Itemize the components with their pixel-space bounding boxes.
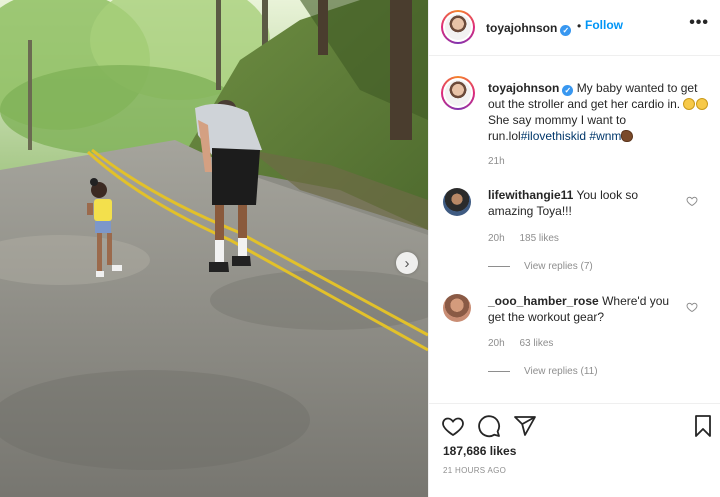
heart-icon[interactable] [441,414,465,438]
view-replies-button[interactable]: View replies (11) [488,366,598,377]
post-header: toyajohnson ✓ • Follow ••• [429,0,720,56]
post-caption: toyajohnson ✓ My baby wanted to get out t… [488,80,710,144]
comment-time: 20h [488,338,505,349]
view-replies-label: View replies (7) [524,261,593,272]
chevron-right-icon: › [404,254,410,272]
caption-time: 21h [488,156,505,167]
post-photo-scene [0,0,428,497]
author-username[interactable]: toyajohnson ✓ [486,19,572,37]
follow-button[interactable]: Follow [585,18,623,32]
verified-badge-icon: ✓ [560,25,572,36]
bookmark-icon[interactable] [691,414,715,438]
comment-meta: 20h 185 likes [488,233,571,244]
comment-username[interactable]: _ooo_hamber_rose [488,294,599,308]
likes-count[interactable]: 187,686 likes [443,444,516,458]
flexed-biceps-emoji-icon [621,130,634,142]
post-timestamp: 21 HOURS AGO [443,466,507,475]
comment: lifewithangie11 You look so amazing Toya… [488,187,678,219]
comment-meta: 20h 63 likes [488,338,565,349]
paper-plane-icon[interactable] [513,414,537,438]
post-details-panel: toyajohnson ✓ • Follow ••• toyajohnson ✓ M… [428,0,720,497]
post-photo[interactable]: › [0,0,428,497]
comment-likes[interactable]: 63 likes [519,338,553,349]
next-photo-button[interactable]: › [396,252,418,274]
view-replies-label: View replies (11) [524,366,598,377]
more-options-icon[interactable]: ••• [689,14,709,32]
view-replies-button[interactable]: View replies (7) [488,261,593,272]
commenter-avatar[interactable] [443,188,471,216]
post-actions-bar: 187,686 likes 21 HOURS AGO [429,403,720,497]
caption-avatar[interactable] [441,76,475,110]
laughing-emoji-icon [683,98,696,110]
hashtag-link[interactable]: #wnm [589,129,621,143]
laughing-emoji-icon [696,98,709,110]
comment-username[interactable]: lifewithangie11 [488,188,573,202]
comment-likes[interactable]: 185 likes [519,233,558,244]
comment-time: 20h [488,233,505,244]
caption-username[interactable]: toyajohnson [488,81,559,95]
comment-like-heart-icon[interactable] [686,195,698,207]
separator-dot: • [577,19,582,33]
comment: _ooo_hamber_rose Where'd you get the wor… [488,293,678,325]
comment-like-heart-icon[interactable] [686,301,698,313]
hashtag-link[interactable]: #ilovethiskid [521,129,586,143]
commenter-avatar[interactable] [443,294,471,322]
comment-bubble-icon[interactable] [477,414,501,438]
author-avatar[interactable] [441,10,475,44]
verified-badge-icon: ✓ [562,85,574,96]
